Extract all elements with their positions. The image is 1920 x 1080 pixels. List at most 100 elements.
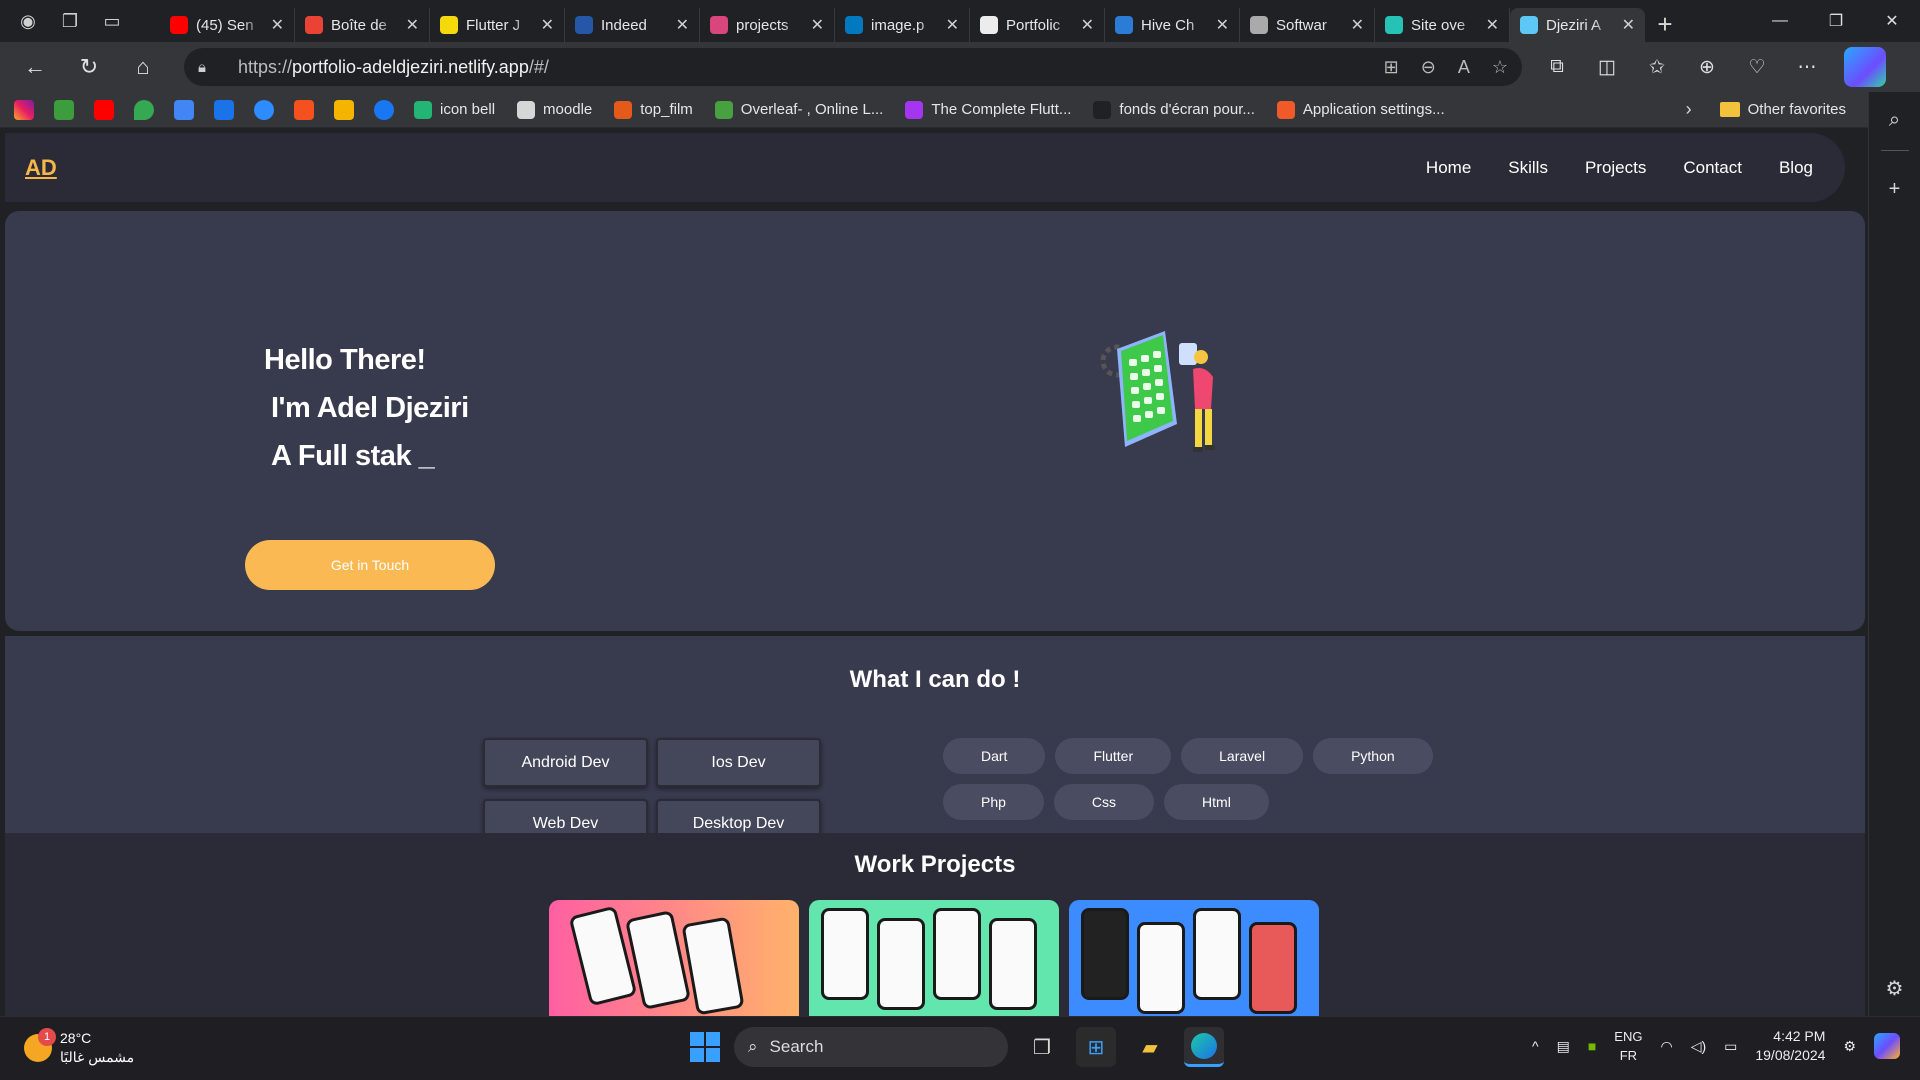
browser-tab[interactable]: projects ✕	[700, 8, 835, 42]
bookmark-item[interactable]: Application settings...	[1276, 100, 1445, 119]
app-available-icon[interactable]: ⊞	[1384, 57, 1399, 78]
close-tab-icon[interactable]: ✕	[1351, 15, 1364, 35]
favorite-star-icon[interactable]: ☆	[1492, 57, 1508, 78]
firebase-icon[interactable]	[294, 99, 314, 120]
tech-chip[interactable]: Php	[943, 784, 1044, 820]
browser-tab[interactable]: Hive Ch ✕	[1105, 8, 1240, 42]
back-button[interactable]: ←	[8, 47, 62, 87]
windows-start-icon[interactable]	[690, 1032, 720, 1062]
home-button[interactable]: ⌂	[116, 47, 170, 87]
tab-actions-icon[interactable]: ▭	[98, 7, 126, 35]
close-tab-icon[interactable]: ✕	[1081, 15, 1094, 35]
close-tab-icon[interactable]: ✕	[271, 15, 284, 35]
close-tab-icon[interactable]: ✕	[1486, 15, 1499, 35]
bookmark-item[interactable]: moodle	[517, 100, 592, 119]
close-tab-icon[interactable]: ✕	[1216, 15, 1229, 35]
browser-tab[interactable]: Flutter J ✕	[430, 8, 565, 42]
browser-tab[interactable]: Boîte de ✕	[295, 8, 430, 42]
task-view-icon[interactable]: ❐	[1022, 1027, 1062, 1067]
restore-button[interactable]: ❐	[1808, 0, 1864, 42]
browser-tab[interactable]: Djeziri A ✕	[1510, 8, 1645, 42]
nav-blog[interactable]: Blog	[1779, 158, 1813, 178]
site-logo[interactable]: AD	[25, 155, 57, 181]
browser-essentials-icon[interactable]: ♡	[1736, 47, 1778, 87]
bookmark-item[interactable]: top_film	[614, 100, 693, 119]
clock[interactable]: 4:42 PM 19/08/2024	[1755, 1027, 1825, 1065]
close-window-button[interactable]: ✕	[1864, 0, 1920, 42]
copilot-icon[interactable]	[1844, 47, 1886, 87]
settings-more-icon[interactable]: ⋯	[1786, 47, 1828, 87]
role-card[interactable]: Ios Dev	[656, 738, 821, 787]
close-tab-icon[interactable]: ✕	[406, 15, 419, 35]
new-tab-button[interactable]: +	[1645, 7, 1685, 41]
browser-tab[interactable]: (45) Sen ✕	[160, 8, 295, 42]
file-explorer-icon[interactable]: ▰	[1130, 1027, 1170, 1067]
nav-contact[interactable]: Contact	[1683, 158, 1742, 178]
taskbar-search-input[interactable]: ⌕ Search	[734, 1027, 1008, 1067]
close-tab-icon[interactable]: ✕	[1622, 15, 1635, 35]
role-card[interactable]: Android Dev	[483, 738, 648, 787]
input-language[interactable]: ENG FR	[1614, 1027, 1642, 1065]
bookmark-item[interactable]: fonds d'écran pour...	[1093, 100, 1255, 119]
edge-browser-icon[interactable]	[1184, 1027, 1224, 1067]
youtube-icon[interactable]	[94, 99, 114, 120]
browser-tab[interactable]: Softwar ✕	[1240, 8, 1375, 42]
refresh-button[interactable]: ↻	[62, 47, 116, 87]
browser-tab[interactable]: Indeed ✕	[565, 8, 700, 42]
browser-tab[interactable]: image.p ✕	[835, 8, 970, 42]
close-tab-icon[interactable]: ✕	[676, 15, 689, 35]
maps-icon[interactable]	[134, 99, 154, 120]
url-input[interactable]: 🔒︎ https://portfolio-adeldjeziri.netlify…	[184, 48, 1522, 86]
more-bookmarks-chevron-icon[interactable]: ›	[1686, 99, 1692, 120]
project-card[interactable]	[549, 900, 799, 1016]
tech-chip[interactable]: Dart	[943, 738, 1046, 774]
photos-icon[interactable]	[334, 99, 354, 120]
nav-projects[interactable]: Projects	[1585, 158, 1646, 178]
lock-icon[interactable]: 🔒︎	[198, 59, 220, 76]
spreadsheet-icon[interactable]	[54, 99, 74, 120]
browser-tab[interactable]: Site ove ✕	[1375, 8, 1510, 42]
favorites-icon[interactable]: ✩	[1636, 47, 1678, 87]
minimize-button[interactable]: —	[1752, 0, 1808, 42]
close-tab-icon[interactable]: ✕	[811, 15, 824, 35]
sidebar-search-icon[interactable]: ⌕	[1875, 100, 1915, 140]
sidebar-add-icon[interactable]: +	[1875, 169, 1915, 209]
get-in-touch-button[interactable]: Get in Touch	[245, 540, 495, 590]
browser-tab[interactable]: Portfolic ✕	[970, 8, 1105, 42]
nav-skills[interactable]: Skills	[1508, 158, 1548, 178]
read-aloud-icon[interactable]: A	[1458, 57, 1470, 78]
volume-icon[interactable]: ◁)	[1691, 1038, 1706, 1055]
bookmark-item[interactable]: icon bell	[414, 100, 495, 119]
tech-chip[interactable]: Laravel	[1181, 738, 1304, 774]
tech-chip[interactable]: Python	[1313, 738, 1433, 774]
other-favorites-folder[interactable]: Other favorites	[1719, 101, 1846, 118]
project-card[interactable]	[1069, 900, 1319, 1016]
facebook-icon[interactable]	[374, 99, 394, 120]
nav-home[interactable]: Home	[1426, 158, 1471, 178]
zoom-icon[interactable]: ⊖	[1421, 57, 1436, 78]
wifi-icon[interactable]: ◠	[1660, 1038, 1672, 1055]
workspaces-icon[interactable]: ❐	[56, 7, 84, 35]
zoom-app-icon[interactable]	[254, 99, 274, 120]
instagram-icon[interactable]	[14, 99, 34, 120]
weather-widget[interactable]: 1 28°C مشمس غالبًا	[24, 1028, 134, 1067]
sidebar-settings-gear-icon[interactable]: ⚙	[1875, 968, 1915, 1008]
extensions-icon[interactable]: ⧉	[1536, 47, 1578, 87]
nvidia-icon[interactable]: ■	[1588, 1038, 1596, 1054]
tray-chevron-up-icon[interactable]: ^	[1532, 1038, 1539, 1054]
bookmark-item[interactable]: Overleaf- , Online L...	[714, 100, 883, 119]
store-icon[interactable]: ⊞	[1076, 1027, 1116, 1067]
close-tab-icon[interactable]: ✕	[946, 15, 959, 35]
collections-icon[interactable]: ⊕	[1686, 47, 1728, 87]
tech-chip[interactable]: Flutter	[1055, 738, 1172, 774]
bookmark-item[interactable]: The Complete Flutt...	[905, 100, 1071, 119]
tray-device-icon[interactable]: ▤	[1557, 1038, 1570, 1055]
split-screen-icon[interactable]: ◫	[1586, 47, 1628, 87]
translate-icon[interactable]	[174, 99, 194, 120]
copilot-taskbar-icon[interactable]	[1874, 1033, 1900, 1059]
project-card[interactable]	[809, 900, 1059, 1016]
shortcut-icon[interactable]	[214, 99, 234, 120]
close-tab-icon[interactable]: ✕	[541, 15, 554, 35]
notification-bell-icon[interactable]: ⚙	[1843, 1038, 1856, 1055]
tech-chip[interactable]: Css	[1053, 784, 1155, 820]
